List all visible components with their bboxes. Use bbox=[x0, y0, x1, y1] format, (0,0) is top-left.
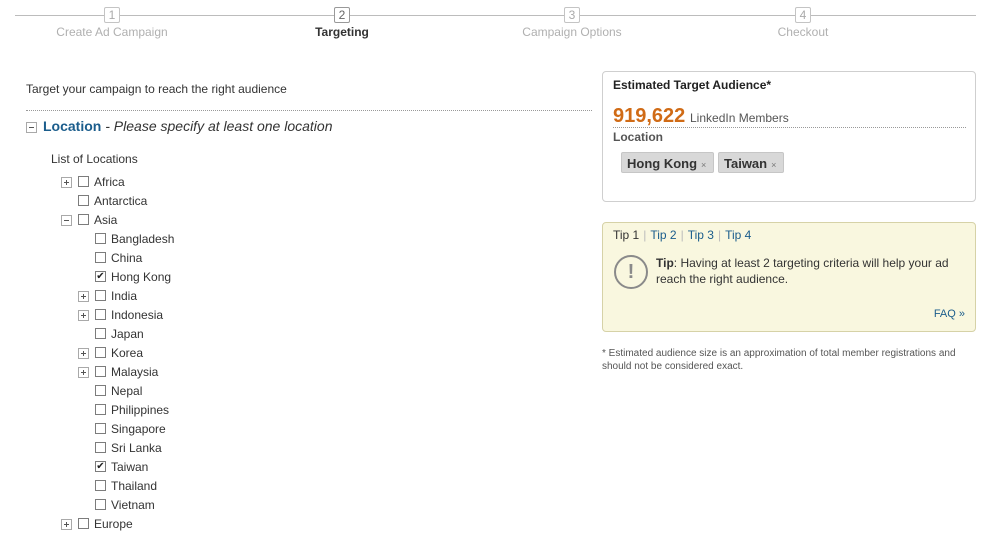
location-label[interactable]: Philippines bbox=[111, 403, 169, 417]
step-label: Campaign Options bbox=[522, 25, 622, 39]
location-label[interactable]: Asia bbox=[94, 213, 117, 227]
faq-link[interactable]: FAQ » bbox=[934, 308, 965, 320]
location-checkbox[interactable] bbox=[78, 214, 89, 225]
tab-separator: | bbox=[680, 228, 684, 242]
step-checkout[interactable]: 4 Checkout bbox=[703, 7, 903, 39]
location-checkbox[interactable] bbox=[95, 442, 106, 453]
location-label[interactable]: Antarctica bbox=[94, 194, 147, 208]
tip-text: Tip: Having at least 2 targeting criteri… bbox=[656, 255, 962, 287]
location-title[interactable]: Location bbox=[43, 118, 101, 134]
location-label[interactable]: Hong Kong bbox=[111, 270, 171, 284]
wizard-steps: 1 Create Ad Campaign 2 Targeting 3 Campa… bbox=[0, 0, 1005, 50]
location-checkbox[interactable] bbox=[95, 385, 106, 396]
step-number: 1 bbox=[104, 7, 120, 23]
step-label: Checkout bbox=[777, 25, 829, 39]
location-checkbox[interactable] bbox=[78, 176, 89, 187]
expand-plus-icon[interactable] bbox=[78, 348, 89, 359]
tips-panel: Tip 1 | Tip 2 | Tip 3 | Tip 4 ! Tip: Having at… bbox=[602, 222, 976, 332]
location-label[interactable]: Taiwan bbox=[111, 460, 148, 474]
location-label[interactable]: China bbox=[111, 251, 142, 265]
step-label: Targeting bbox=[315, 25, 369, 39]
step-targeting[interactable]: 2 Targeting bbox=[242, 7, 442, 39]
location-checkbox[interactable] bbox=[95, 328, 106, 339]
location-checkbox[interactable] bbox=[95, 499, 106, 510]
tab-tip-1[interactable]: Tip 1 bbox=[613, 228, 639, 242]
location-checkbox[interactable] bbox=[95, 423, 106, 434]
divider bbox=[613, 127, 966, 128]
location-label[interactable]: Bangladesh bbox=[111, 232, 174, 246]
step-label: Create Ad Campaign bbox=[56, 25, 168, 39]
location-label[interactable]: India bbox=[111, 289, 137, 303]
location-checkbox[interactable] bbox=[78, 195, 89, 206]
step-number: 4 bbox=[795, 7, 811, 23]
expand-plus-icon[interactable] bbox=[78, 310, 89, 321]
location-label[interactable]: Africa bbox=[94, 175, 125, 189]
expand-plus-icon[interactable] bbox=[61, 519, 72, 530]
location-label[interactable]: Europe bbox=[94, 517, 133, 531]
tab-tip-2[interactable]: Tip 2 bbox=[650, 228, 676, 242]
location-label[interactable]: Japan bbox=[111, 327, 144, 341]
location-checkbox[interactable] bbox=[95, 309, 106, 320]
location-label[interactable]: Korea bbox=[111, 346, 143, 360]
location-checkbox[interactable] bbox=[95, 233, 106, 244]
location-checkbox[interactable] bbox=[95, 366, 106, 377]
tip-label: Tip bbox=[656, 256, 674, 270]
location-label[interactable]: Vietnam bbox=[111, 498, 155, 512]
location-tag-hong-kong: Hong Kong × bbox=[621, 152, 715, 173]
step-number: 3 bbox=[564, 7, 580, 23]
collapse-toggle-icon[interactable] bbox=[26, 121, 37, 133]
collapse-minus-icon[interactable] bbox=[61, 215, 72, 226]
location-subtitle: Please specify at least one location bbox=[113, 118, 333, 134]
location-label[interactable]: Malaysia bbox=[111, 365, 158, 379]
tip-body: : Having at least 2 targeting criteria w… bbox=[656, 256, 949, 286]
audience-location-label: Location bbox=[613, 130, 663, 144]
audience-unit: LinkedIn Members bbox=[690, 111, 789, 125]
step-campaign-options[interactable]: 3 Campaign Options bbox=[472, 7, 672, 39]
location-label[interactable]: Indonesia bbox=[111, 308, 163, 322]
tag-label: Hong Kong bbox=[627, 156, 698, 171]
tab-separator: | bbox=[643, 228, 647, 242]
remove-tag-icon[interactable]: × bbox=[701, 160, 706, 170]
tab-separator: | bbox=[717, 228, 722, 242]
location-checkbox[interactable] bbox=[95, 252, 106, 263]
list-of-locations-label: List of Locations bbox=[51, 152, 138, 166]
location-tag-taiwan: Taiwan × bbox=[718, 152, 785, 173]
audience-count: 919,622 bbox=[613, 105, 686, 127]
location-label[interactable]: Thailand bbox=[111, 479, 157, 493]
tab-tip-4[interactable]: Tip 4 bbox=[725, 228, 751, 242]
estimated-audience-panel: Estimated Target Audience* 919,622 Linke… bbox=[602, 71, 976, 202]
location-label[interactable]: Sri Lanka bbox=[111, 441, 162, 455]
remove-tag-icon[interactable]: × bbox=[771, 160, 776, 170]
location-label[interactable]: Singapore bbox=[111, 422, 166, 436]
tab-tip-3[interactable]: Tip 3 bbox=[688, 228, 714, 242]
location-checkbox[interactable] bbox=[95, 480, 106, 491]
location-checkbox[interactable] bbox=[95, 404, 106, 415]
location-label[interactable]: Nepal bbox=[111, 384, 142, 398]
expand-plus-icon[interactable] bbox=[78, 291, 89, 302]
audience-title: Estimated Target Audience* bbox=[613, 78, 772, 92]
page-intro: Target your campaign to reach the right … bbox=[26, 82, 287, 96]
step-create-ad-campaign[interactable]: 1 Create Ad Campaign bbox=[12, 7, 212, 39]
divider bbox=[26, 110, 592, 111]
expand-plus-icon[interactable] bbox=[78, 367, 89, 378]
audience-footnote: * Estimated audience size is an approxim… bbox=[602, 348, 956, 372]
location-dash: - bbox=[101, 118, 114, 134]
expand-plus-icon[interactable] bbox=[61, 177, 72, 188]
location-checkbox[interactable]: ✔ bbox=[95, 271, 106, 282]
location-checkbox[interactable] bbox=[95, 290, 106, 301]
exclamation-icon: ! bbox=[614, 255, 648, 289]
tag-label: Taiwan bbox=[724, 156, 768, 171]
location-checkbox[interactable]: ✔ bbox=[95, 461, 106, 472]
tip-tabs: Tip 1 | Tip 2 | Tip 3 | Tip 4 bbox=[613, 228, 751, 242]
location-checkbox[interactable] bbox=[95, 347, 106, 358]
step-number: 2 bbox=[334, 7, 350, 23]
location-section-header: Location - Please specify at least one l… bbox=[26, 118, 333, 134]
